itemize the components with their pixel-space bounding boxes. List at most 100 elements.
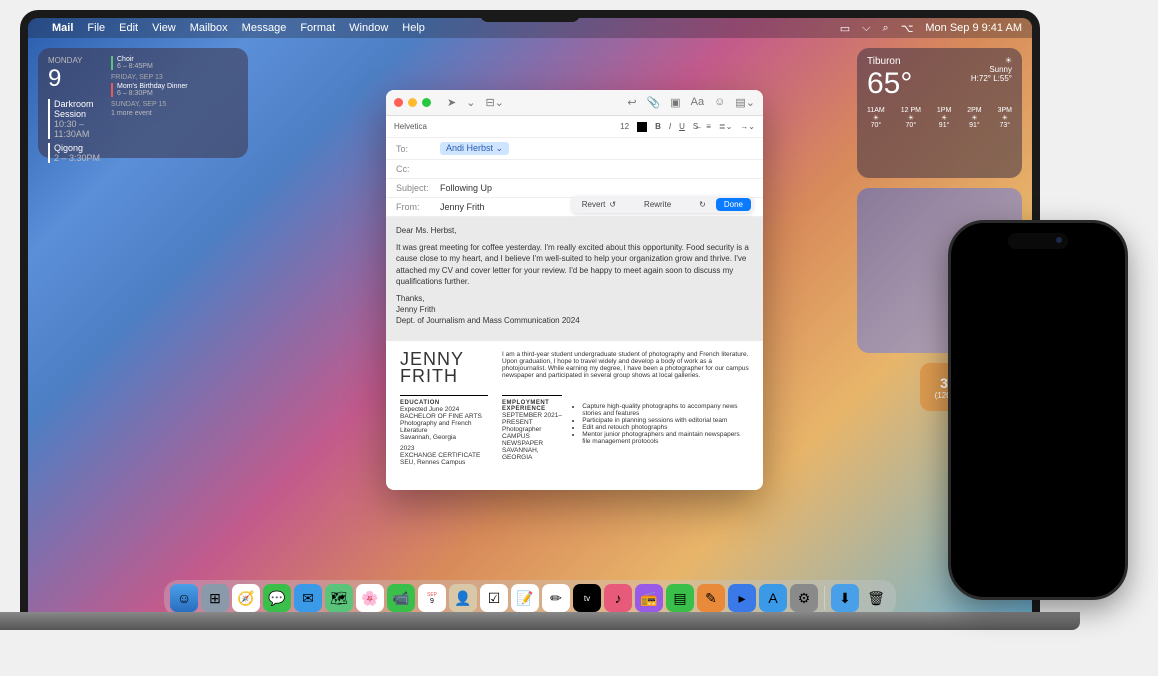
dock-safari[interactable]: 🧭 bbox=[232, 584, 260, 612]
from-value[interactable]: Jenny Frith bbox=[440, 202, 485, 212]
resume-line: Photographer bbox=[502, 426, 562, 433]
emoji-icon[interactable]: ☺ bbox=[714, 96, 725, 109]
menu-file[interactable]: File bbox=[87, 22, 105, 34]
cal-more: 1 more event bbox=[111, 110, 238, 117]
resume-bullet: Edit and retouch photographs bbox=[582, 424, 749, 431]
dynamic-island bbox=[1008, 233, 1068, 249]
dock-reminders[interactable]: ☑ bbox=[480, 584, 508, 612]
menu-window[interactable]: Window bbox=[349, 22, 388, 34]
redo-icon[interactable]: ↻ bbox=[691, 198, 714, 211]
menu-edit[interactable]: Edit bbox=[119, 22, 138, 34]
revert-button[interactable]: Revert ↺ bbox=[574, 198, 624, 211]
event-title: Choir bbox=[117, 56, 238, 63]
dock-pages[interactable]: ✎ bbox=[697, 584, 725, 612]
resume-lastname: FRITH bbox=[400, 368, 488, 385]
resume-edu-heading: EDUCATION bbox=[400, 395, 488, 406]
menu-message[interactable]: Message bbox=[242, 22, 287, 34]
minimize-button[interactable] bbox=[408, 98, 417, 107]
body-sig-name: Jenny Frith bbox=[396, 304, 753, 315]
resume-bullet: Participate in planning sessions with ed… bbox=[582, 417, 749, 424]
menu-format[interactable]: Format bbox=[300, 22, 335, 34]
dock-podcasts[interactable]: 📻 bbox=[635, 584, 663, 612]
menu-mailbox[interactable]: Mailbox bbox=[190, 22, 228, 34]
font-select[interactable]: Helvetica bbox=[394, 122, 427, 131]
cal-event: Choir 6 – 8:45PM bbox=[111, 56, 238, 70]
dock-messages[interactable]: 💬 bbox=[263, 584, 291, 612]
photo-icon[interactable]: ▣ bbox=[670, 96, 680, 109]
cal-event: Darkroom Session 10:30 – 11:30AM bbox=[48, 99, 103, 139]
menubar-datetime[interactable]: Mon Sep 9 9:41 AM bbox=[925, 22, 1022, 34]
rewrite-button[interactable]: Rewrite bbox=[626, 198, 689, 211]
italic-icon[interactable]: I bbox=[669, 122, 671, 131]
list-icon[interactable]: ≣⌄ bbox=[719, 122, 732, 131]
strike-icon[interactable]: S̶ bbox=[693, 122, 698, 131]
underline-icon[interactable]: U bbox=[679, 122, 685, 131]
body-sig-dept: Dept. of Journalism and Mass Communicati… bbox=[396, 315, 753, 326]
subject-label: Subject: bbox=[396, 183, 434, 193]
macbook-frame: Mail File Edit View Mailbox Message Form… bbox=[20, 10, 1040, 630]
close-button[interactable] bbox=[394, 98, 403, 107]
resume-line: BACHELOR OF FINE ARTS bbox=[400, 413, 488, 420]
size-select[interactable]: 12 bbox=[620, 122, 629, 131]
chevron-down-icon[interactable]: ⌄ bbox=[466, 96, 475, 109]
body-paragraph: It was great meeting for coffee yesterda… bbox=[396, 242, 753, 287]
dock-settings[interactable]: ⚙ bbox=[790, 584, 818, 612]
dock-appstore[interactable]: A bbox=[759, 584, 787, 612]
writing-tools-bar: Revert ↺ Rewrite ↻ Done bbox=[572, 196, 753, 213]
cc-field[interactable]: Cc: bbox=[386, 160, 763, 179]
recipient-pill[interactable]: Andi Herbst ⌄ bbox=[440, 142, 509, 155]
search-icon[interactable]: ⌕ bbox=[883, 22, 889, 35]
dock-launchpad[interactable]: ⊞ bbox=[201, 584, 229, 612]
dock-notes[interactable]: 📝 bbox=[511, 584, 539, 612]
reply-icon[interactable]: ↩ bbox=[627, 96, 636, 109]
calendar-widget[interactable]: MONDAY 9 Darkroom Session 10:30 – 11:30A… bbox=[38, 48, 248, 158]
desktop: Mail File Edit View Mailbox Message Form… bbox=[28, 18, 1032, 622]
done-button[interactable]: Done bbox=[716, 198, 751, 211]
dock-music[interactable]: ♪ bbox=[604, 584, 632, 612]
mail-body[interactable]: Dear Ms. Herbst, It was great meeting fo… bbox=[386, 217, 763, 341]
align-icon[interactable]: ≡ bbox=[706, 122, 711, 131]
cc-label: Cc: bbox=[396, 164, 434, 174]
control-center-icon[interactable]: ⌥ bbox=[901, 22, 914, 35]
header-fields-icon[interactable]: ⊟⌄ bbox=[485, 96, 503, 109]
dock-keynote[interactable]: ▸ bbox=[728, 584, 756, 612]
format-bar: Helvetica 12 B I U S̶ ≡ ≣⌄ →⌄ bbox=[386, 116, 763, 138]
send-icon[interactable]: ➤ bbox=[447, 96, 456, 109]
zoom-button[interactable] bbox=[422, 98, 431, 107]
dock-freeform[interactable]: ✏ bbox=[542, 584, 570, 612]
menu-app[interactable]: Mail bbox=[52, 22, 73, 34]
to-field[interactable]: To: Andi Herbst ⌄ bbox=[386, 138, 763, 160]
dock-contacts[interactable]: 👤 bbox=[449, 584, 477, 612]
window-titlebar[interactable]: ➤ ⌄ ⊟⌄ ↩ 📎 ▣ Aa ☺ ▤⌄ bbox=[386, 90, 763, 116]
color-swatch[interactable] bbox=[637, 122, 647, 132]
battery-icon[interactable]: ▭ bbox=[840, 22, 850, 35]
indent-icon[interactable]: →⌄ bbox=[740, 122, 755, 131]
dock-downloads[interactable]: ⬇ bbox=[831, 584, 859, 612]
cal-date-number: 9 bbox=[48, 65, 103, 93]
resume-line: Savannah, Georgia bbox=[400, 434, 488, 441]
resume-attachment[interactable]: JENNY FRITH I am a third-year student un… bbox=[386, 341, 763, 476]
attach-icon[interactable]: 📎 bbox=[647, 96, 661, 109]
bold-icon[interactable]: B bbox=[655, 122, 661, 131]
body-greeting: Dear Ms. Herbst, bbox=[396, 225, 753, 236]
dock-photos[interactable]: 🌸 bbox=[356, 584, 384, 612]
subject-value[interactable]: Following Up bbox=[440, 183, 492, 193]
format-icon[interactable]: Aa bbox=[691, 96, 704, 109]
markup-icon[interactable]: ▤⌄ bbox=[735, 96, 755, 109]
menu-help[interactable]: Help bbox=[402, 22, 425, 34]
cal-subday: SUNDAY, SEP 15 bbox=[111, 101, 238, 108]
dock-trash[interactable]: 🗑 bbox=[862, 584, 890, 612]
notes-count: 3 bbox=[940, 375, 948, 391]
dock-numbers[interactable]: ▤ bbox=[666, 584, 694, 612]
dock-maps[interactable]: 🗺 bbox=[325, 584, 353, 612]
menu-view[interactable]: View bbox=[152, 22, 176, 34]
weather-widget[interactable]: Tiburon 65° ☀ Sunny H:72° L:55° 11AM☀70°… bbox=[857, 48, 1022, 178]
dock-mail[interactable]: ✉ bbox=[294, 584, 322, 612]
dock-calendar[interactable]: SEP9 bbox=[418, 584, 446, 612]
dock-tv[interactable]: tv bbox=[573, 584, 601, 612]
dock-facetime[interactable]: 📹 bbox=[387, 584, 415, 612]
wifi-icon[interactable]: ⌵ bbox=[862, 22, 870, 35]
resume-line: SAVANNAH, GEORGIA bbox=[502, 447, 562, 461]
notch bbox=[480, 10, 580, 22]
dock-finder[interactable]: ☺ bbox=[170, 584, 198, 612]
